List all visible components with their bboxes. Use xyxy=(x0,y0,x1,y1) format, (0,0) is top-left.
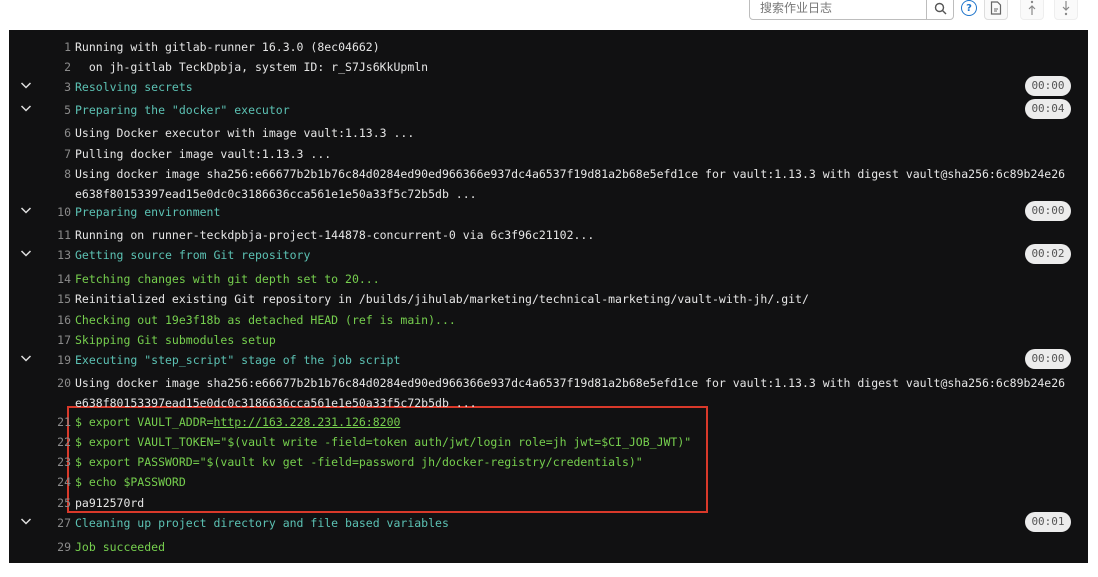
line-number[interactable]: 21 xyxy=(39,412,71,432)
line-number[interactable]: 23 xyxy=(39,452,71,472)
line-number[interactable]: 8 xyxy=(39,164,71,184)
log-text: Using docker image sha256:e66677b2b1b76c… xyxy=(75,167,1066,201)
line-number[interactable]: 3 xyxy=(39,77,71,97)
log-text: Preparing environment xyxy=(75,205,221,219)
log-text: on jh-gitlab TeckDpbja, system ID: r_S7J… xyxy=(75,60,429,74)
line-number[interactable]: 13 xyxy=(39,245,71,265)
search-icon xyxy=(934,2,946,14)
duration-badge: 00:00 xyxy=(1025,76,1071,96)
line-number[interactable]: 17 xyxy=(39,330,71,350)
chevron-down-icon[interactable] xyxy=(20,350,32,368)
log-text: Running with gitlab-runner 16.3.0 (8ec04… xyxy=(75,40,380,54)
log-text: Checking out 19e3f18b as detached HEAD (… xyxy=(75,313,456,327)
line-number[interactable]: 19 xyxy=(39,350,71,370)
log-text: Preparing the "docker" executor xyxy=(75,103,290,117)
job-log: 1 Running with gitlab-runner 16.3.0 (8ec0… xyxy=(9,30,1088,563)
line-number[interactable]: 29 xyxy=(39,537,71,557)
vault-address-link[interactable]: http://163.228.231.126:8200 xyxy=(213,415,400,429)
log-text: Job succeeded xyxy=(75,540,166,554)
log-text-continuation: e638f80153397ead15e0dc0c3186636cca561e1e… xyxy=(75,187,477,201)
log-text: Cleaning up project directory and file b… xyxy=(75,516,449,530)
duration-badge: 00:02 xyxy=(1025,244,1071,264)
log-text: Skipping Git submodules setup xyxy=(75,333,276,347)
line-number[interactable]: 27 xyxy=(39,513,71,533)
duration-badge: 00:00 xyxy=(1025,201,1071,221)
log-text: Pulling docker image vault:1.13.3 ... xyxy=(75,147,332,161)
scroll-to-bottom-button[interactable] xyxy=(1054,0,1078,20)
log-text: Getting source from Git repository xyxy=(75,248,311,262)
line-number[interactable]: 5 xyxy=(39,100,71,120)
line-number[interactable]: 22 xyxy=(39,432,71,452)
scroll-bottom-icon xyxy=(1062,1,1070,16)
chevron-down-icon[interactable] xyxy=(20,100,32,118)
chevron-down-icon[interactable] xyxy=(20,77,32,95)
log-text: pa912570rd xyxy=(75,496,145,510)
log-text: Fetching changes with git depth set to 2… xyxy=(75,272,380,286)
log-text: Reinitialized existing Git repository in… xyxy=(75,292,809,306)
log-text: Using docker image sha256:e66677b2b1b76c… xyxy=(75,376,1066,410)
log-text: $ echo $PASSWORD xyxy=(75,475,186,489)
line-number[interactable]: 24 xyxy=(39,472,71,492)
search-job-log-input[interactable] xyxy=(750,0,928,19)
log-text: Using Docker executor with image vault:1… xyxy=(75,126,415,140)
scroll-to-top-button[interactable] xyxy=(1020,0,1044,20)
scroll-top-icon xyxy=(1028,0,1036,15)
log-text: Executing "step_script" stage of the job… xyxy=(75,353,401,367)
line-number[interactable]: 14 xyxy=(39,269,71,289)
chevron-down-icon[interactable] xyxy=(20,202,32,220)
line-number[interactable]: 20 xyxy=(39,373,71,393)
chevron-down-icon[interactable] xyxy=(20,513,32,531)
line-number[interactable]: 25 xyxy=(39,493,71,513)
line-number[interactable]: 16 xyxy=(39,310,71,330)
line-number[interactable]: 10 xyxy=(39,202,71,222)
line-number[interactable]: 11 xyxy=(39,225,71,245)
search-button[interactable] xyxy=(926,0,953,19)
help-icon[interactable]: ? xyxy=(961,0,977,16)
search-job-log xyxy=(749,0,954,20)
log-text: Running on runner-teckdpbja-project-1448… xyxy=(75,228,595,242)
log-text: Resolving secrets xyxy=(75,80,193,94)
show-raw-button[interactable] xyxy=(984,0,1008,20)
line-number[interactable]: 2 xyxy=(39,57,71,77)
file-text-icon xyxy=(990,1,1002,15)
line-number[interactable]: 7 xyxy=(39,144,71,164)
log-text: $ export VAULT_TOKEN="$(vault write -fie… xyxy=(75,435,692,449)
log-text: $ export PASSWORD="$(vault kv get -field… xyxy=(75,455,643,469)
line-number[interactable]: 15 xyxy=(39,289,71,309)
duration-badge: 00:00 xyxy=(1025,349,1071,369)
log-text: $ export VAULT_ADDR=http://163.228.231.1… xyxy=(75,415,401,429)
line-number[interactable]: 6 xyxy=(39,123,71,143)
log-text-continuation: e638f80153397ead15e0dc0c3186636cca561e1e… xyxy=(75,396,477,410)
duration-badge: 00:04 xyxy=(1025,99,1071,119)
line-number[interactable]: 1 xyxy=(39,37,71,57)
duration-badge: 00:01 xyxy=(1025,512,1071,532)
chevron-down-icon[interactable] xyxy=(20,245,32,263)
